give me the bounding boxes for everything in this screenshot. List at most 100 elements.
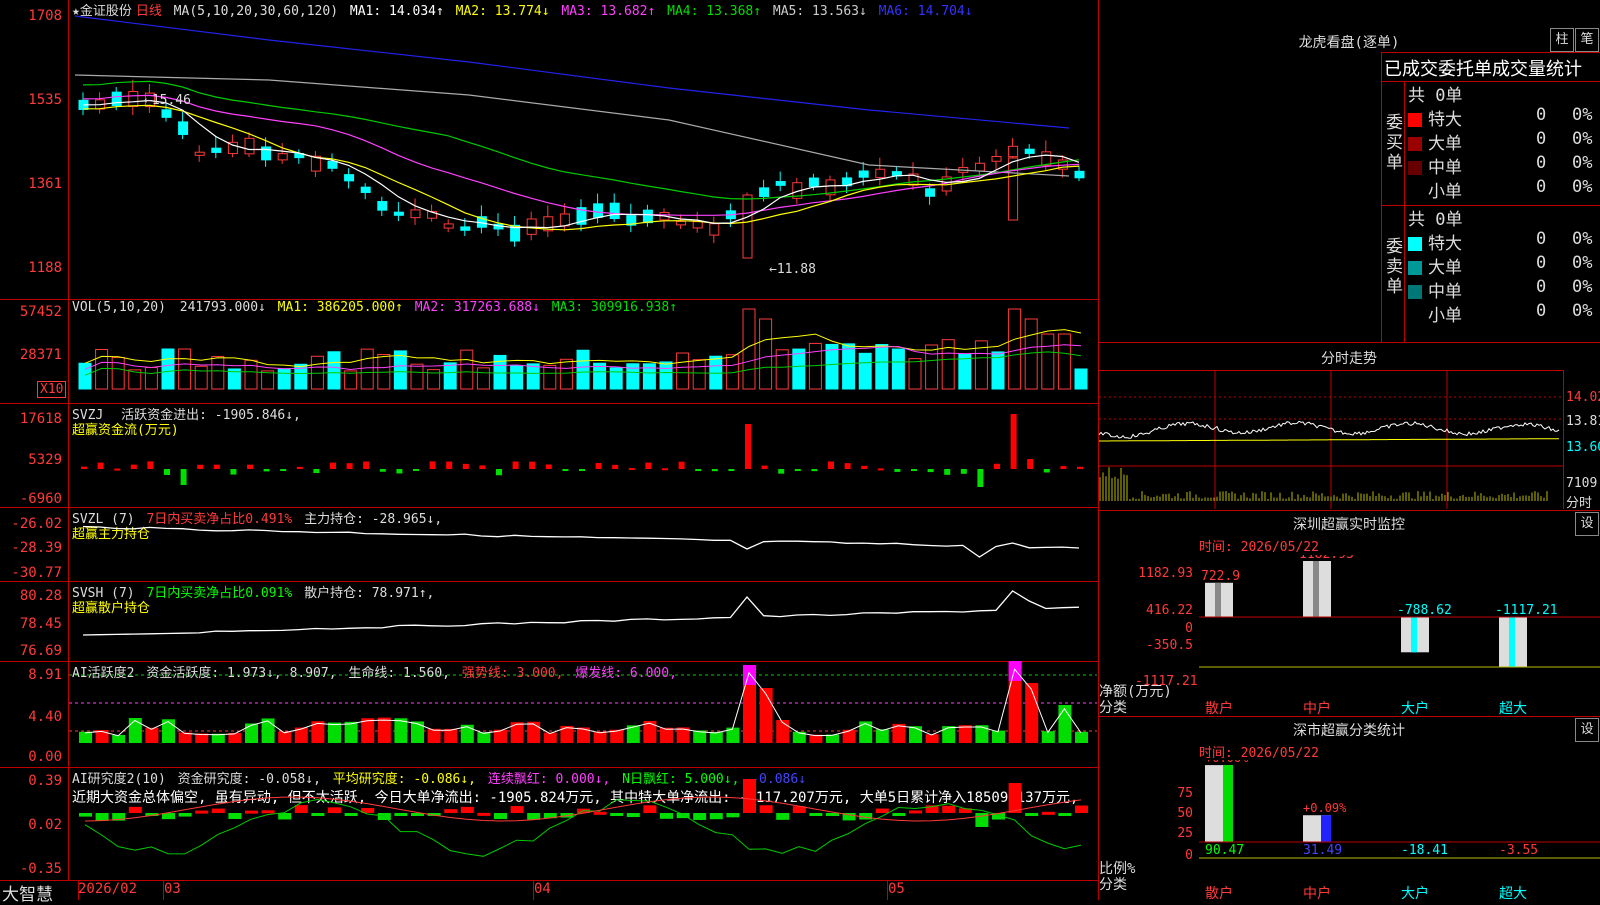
bar-mode-button[interactable]: 柱 [1550, 28, 1574, 52]
volume-bar [410, 363, 424, 390]
monitor-settings-button[interactable]: 设 [1575, 512, 1599, 536]
candle-body [709, 223, 720, 236]
candle-body [559, 213, 570, 227]
buy-row-pct: 0% [1572, 177, 1593, 197]
candle-body [327, 160, 338, 169]
ai2-bar [1058, 813, 1072, 816]
ai1-bar [759, 688, 773, 743]
monitor-title: 深圳超赢实时监控 [1293, 517, 1405, 533]
svzl-panel[interactable]: SVZL (7) 7日内买卖净占比0.491% 主力持仓: -28.965↓, … [0, 507, 1098, 582]
x-label-4: 05 [888, 881, 905, 897]
candlestick-chart[interactable]: ←15.46 ←11.88 [69, 0, 1097, 298]
class-bar-value: 31.49 [1303, 843, 1342, 858]
x-label-2: 03 [164, 881, 181, 897]
ai-activity-panel[interactable]: AI活跃度2 资金活跃度: 1.973↓, 8.907, 生命线: 1.560,… [0, 661, 1098, 768]
sell-row-qty: 0 [1536, 301, 1547, 321]
intraday-axis-4: 7109 [1566, 476, 1598, 491]
price-panel[interactable]: ★金证股份 日线 MA(5,10,20,30,60,120) MA1: 14.03… [0, 0, 1098, 300]
svsh-line[interactable] [69, 581, 1097, 660]
ai2-bar [626, 813, 640, 818]
buy-color-swatch [1408, 161, 1422, 175]
ai2-bar [643, 805, 657, 813]
svzj-bars[interactable] [69, 403, 1097, 506]
monitor-bar-shade [1313, 561, 1319, 617]
monitor-category-label: 散户 [1205, 701, 1233, 717]
monitor-category-label: 中户 [1303, 701, 1331, 717]
monitor-axis-3: 0 [1185, 621, 1193, 636]
svzj-bar [662, 468, 668, 471]
svzl-line[interactable] [69, 507, 1097, 580]
monitor-category-label: 超大 [1499, 701, 1527, 717]
buy-row-name: 中单 [1428, 158, 1462, 178]
sell-row-name: 小单 [1428, 306, 1462, 326]
monitor-bar [1303, 561, 1331, 617]
ai-research-panel[interactable]: AI研究度2(10) 资金研究度: -0.058↓, 平均研究度: -0.086… [0, 767, 1098, 881]
volume-bar [958, 353, 972, 390]
candle-body [925, 188, 936, 197]
class-title: 深市超赢分类统计 [1293, 723, 1405, 739]
ai1-axis-2: 4.40 [28, 709, 62, 725]
volume-bar [1024, 318, 1038, 390]
monitor-bar [1401, 617, 1429, 653]
svzj-bar [612, 464, 619, 469]
svzj-panel[interactable]: SVZJ 活跃资金进出: -1905.846↓, 超赢资金流(万元) 17618… [0, 403, 1098, 508]
class-chart[interactable]: +0.06% 90.47 +0.09% 31.49 -18.41 -3.55 [1199, 760, 1600, 870]
order-stat-box: 已成交委托单成交量统计 委买单 委卖单 共 0单 共 0单 特大 0 0% 大单 0 0%… [1381, 52, 1600, 343]
volume-bar [526, 363, 540, 390]
ai1-bar [958, 725, 972, 743]
monitor-bar [1205, 582, 1233, 617]
volume-bar [95, 348, 109, 390]
candle-body [360, 186, 371, 193]
volume-bar [925, 344, 939, 390]
right-sidebar: 龙虎看盘(逐单) 柱 笔 已成交委托单成交量统计 委买单 委卖单 共 0单 共 … [1099, 0, 1600, 902]
ai1-axis-1: 8.91 [28, 667, 62, 683]
chart-area[interactable]: ★金证股份 日线 MA(5,10,20,30,60,120) MA1: 14.03… [0, 0, 1099, 905]
svsh-panel[interactable]: SVSH (7) 7日内买卖净占比0.091% 散户持仓: 78.971↑, 超… [0, 581, 1098, 662]
candle-body [460, 226, 471, 231]
monitor-chart[interactable]: 722.9 1182.93 -788.62 -1117.21 [1199, 555, 1600, 690]
sell-side-label: 委卖单 [1386, 237, 1403, 297]
ai2-bar [610, 813, 624, 816]
ai2-bars[interactable] [69, 767, 1097, 879]
ai2-bar [477, 812, 491, 816]
svzj-bar [180, 469, 187, 485]
svzj-bar [97, 462, 104, 469]
ai1-bar [278, 731, 292, 743]
volume-panel[interactable]: VOL(5,10,20) 241793.000↓ MA1: 386205.000… [0, 299, 1098, 404]
svzj-bar [562, 469, 569, 471]
lhb-title: 龙虎看盘(逐单) [1298, 35, 1400, 51]
candle-body [991, 156, 1002, 162]
tick-mode-button[interactable]: 笔 [1575, 28, 1599, 52]
svzj-bar [745, 424, 751, 469]
volume-bar [161, 348, 175, 390]
order-stat-title: 已成交委托单成交量统计 [1384, 59, 1582, 80]
svzj-bar [1010, 414, 1017, 469]
ai1-bar [162, 719, 175, 743]
monitor-bar-value: 722.9 [1201, 569, 1240, 584]
svzj-bar [1043, 469, 1050, 473]
svzj-bar [711, 469, 718, 472]
svzj-bar [529, 461, 536, 469]
intraday-chart[interactable] [1099, 370, 1564, 509]
svzj-bar [429, 461, 436, 469]
svzj-bar [861, 465, 868, 469]
class-bar-shade [1321, 815, 1331, 842]
ai2-bar [460, 806, 474, 813]
svzj-bar [695, 469, 702, 471]
ai1-bar [975, 725, 989, 743]
ai1-bar [1025, 683, 1039, 743]
ai1-bar [1058, 705, 1072, 743]
ai2-bar [178, 813, 192, 817]
ai1-bar [660, 727, 673, 743]
buy-row: 大单 0 0% [1408, 129, 1598, 154]
sell-color-swatch [1408, 285, 1422, 299]
volume-bars[interactable] [69, 299, 1097, 402]
ai2-bar [593, 811, 607, 815]
low-marker: ←11.88 [769, 262, 816, 277]
svzj-bar [794, 469, 801, 471]
volume-bar [443, 362, 457, 390]
class-settings-button[interactable]: 设 [1575, 718, 1599, 742]
volume-bar [1008, 308, 1022, 390]
candle-body [277, 153, 288, 161]
ai1-bars[interactable] [69, 661, 1097, 766]
